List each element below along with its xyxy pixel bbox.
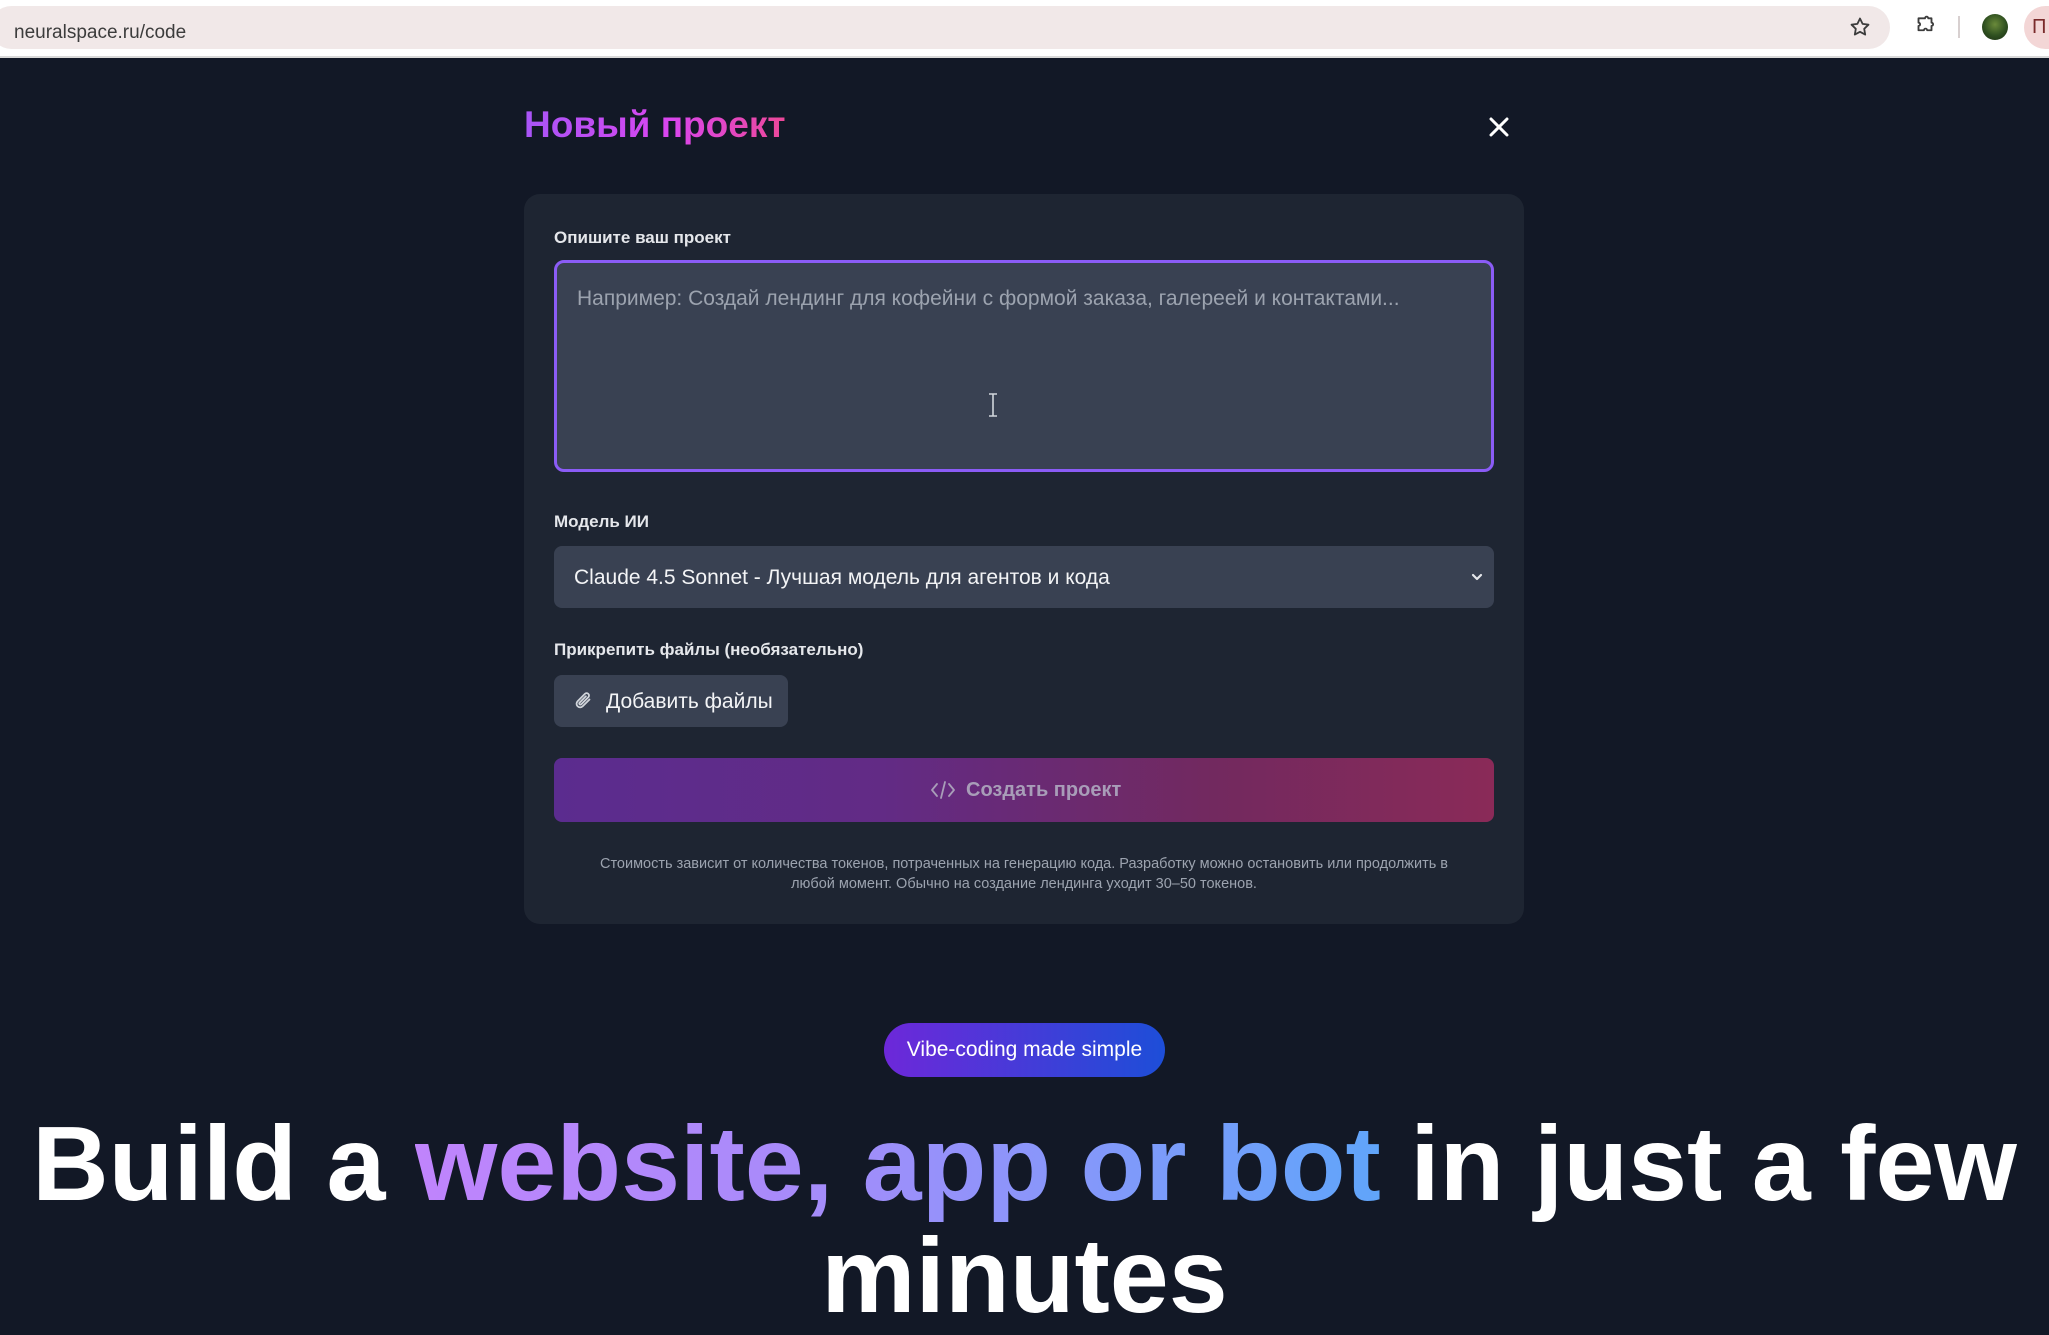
paperclip-icon	[575, 692, 591, 709]
project-description-input[interactable]	[554, 260, 1494, 472]
modal-title: Новый проект	[524, 104, 786, 145]
pricing-note: Стоимость зависит от количества токенов,…	[554, 854, 1494, 894]
hero-headline: Build a website, app or bot in just a fe…	[0, 1108, 2049, 1332]
pricing-note-line-2: любой момент. Обычно на создание лендинг…	[791, 876, 1257, 892]
url-text[interactable]: neuralspace.ru/code	[14, 22, 186, 44]
description-label: Опишите ваш проект	[554, 228, 731, 247]
headline-highlight: website, app or bot	[414, 1105, 1381, 1223]
profile-initial: П	[2032, 16, 2047, 38]
create-project-label: Создать проект	[966, 779, 1122, 801]
add-files-label: Добавить файлы	[606, 690, 773, 713]
code-icon	[931, 781, 955, 799]
browser-toolbar: ⚙ neuralspace.ru/code П	[0, 0, 2049, 58]
new-project-form: Опишите ваш проект Модель ИИ Claude 4.5 …	[524, 194, 1524, 924]
hero-badge: Vibe-coding made simple	[884, 1023, 1165, 1077]
bookmark-star-icon[interactable]	[1848, 12, 1872, 42]
toolbar-border	[0, 56, 2049, 58]
address-bar[interactable]: ⚙ neuralspace.ru/code	[0, 6, 1890, 49]
model-select[interactable]: Claude 4.5 Sonnet - Лучшая модель для аг…	[554, 546, 1494, 608]
toolbar-divider	[1958, 16, 1960, 38]
add-files-button[interactable]: Добавить файлы	[554, 675, 788, 727]
create-project-button[interactable]: Создать проект	[554, 758, 1494, 822]
headline-start: Build a	[32, 1105, 415, 1223]
chevron-down-icon	[1471, 573, 1483, 581]
model-label: Модель ИИ	[554, 512, 649, 531]
close-icon[interactable]	[1482, 110, 1516, 144]
model-selected-value: Claude 4.5 Sonnet - Лучшая модель для аг…	[574, 566, 1110, 589]
profile-avatar[interactable]	[1982, 14, 2008, 40]
pricing-note-line-1: Стоимость зависит от количества токенов,…	[599, 856, 1449, 872]
profile-button[interactable]: П	[2024, 6, 2049, 49]
extensions-icon[interactable]	[1912, 13, 1938, 41]
attach-files-label: Прикрепить файлы (необязательно)	[554, 640, 864, 659]
